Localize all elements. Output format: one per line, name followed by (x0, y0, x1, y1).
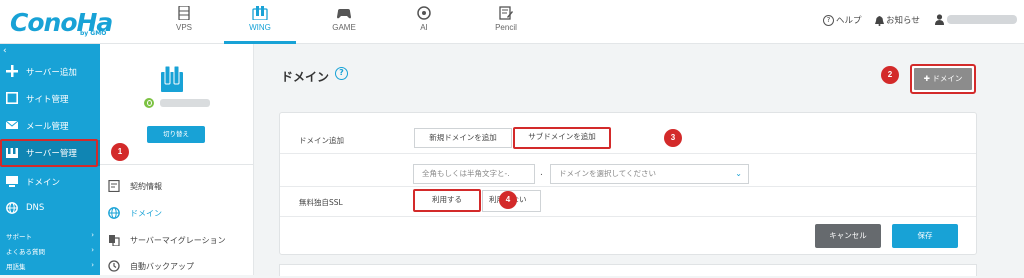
sidebar-sub-label: 用語集 (6, 263, 26, 271)
sidebar-sub-glossary[interactable]: 用語集 › (6, 261, 94, 271)
tab-game-label: GAME (332, 23, 356, 32)
divider (280, 153, 976, 154)
tab-pencil-label: Pencil (495, 23, 517, 32)
tab-ai-label: AI (420, 23, 428, 32)
globe-icon (6, 202, 18, 214)
sidebar-sub-support[interactable]: サポート › (6, 231, 94, 241)
sidebar-item-label: メール管理 (26, 122, 69, 132)
conoha-logo[interactable]: ConoHa by GMO (10, 8, 122, 38)
divider (100, 164, 254, 165)
menu-item-label: ドメイン (130, 209, 162, 218)
switch-server-button[interactable]: 切り替え (147, 126, 205, 143)
add-domain-button[interactable]: ✚ ドメイン (914, 68, 972, 90)
step-badge-2: 2 (881, 66, 899, 84)
tab-ai[interactable]: AI (388, 0, 460, 44)
tab-pencil[interactable]: Pencil (470, 0, 542, 44)
divider (280, 186, 976, 187)
tab-wing-label: WING (249, 23, 271, 32)
chevron-right-icon: › (91, 261, 94, 269)
help-label: ヘルプ (836, 16, 862, 26)
chevron-right-icon: › (91, 246, 94, 254)
user-name-blurred (947, 15, 1017, 24)
notifications-link[interactable]: お知らせ (875, 14, 920, 26)
server-icon (161, 66, 183, 92)
domain-select[interactable]: ドメインを選択してください ⌄ (550, 164, 749, 184)
page-title: ドメイン (281, 70, 330, 84)
sidebar-item-mail[interactable]: メール管理 (0, 113, 100, 139)
highlight-server-manage (0, 139, 98, 167)
add-domain-button-highlight: ✚ ドメイン (910, 64, 976, 94)
ai-icon (417, 6, 431, 20)
sidebar-sub-label: サポート (6, 233, 32, 241)
ssl-use-button[interactable]: 利用する (413, 189, 481, 212)
tab-wing[interactable]: WING (224, 0, 296, 44)
gamepad-icon (337, 9, 351, 19)
step-badge-3: 3 (664, 129, 682, 147)
help-link[interactable]: ? ヘルプ (823, 14, 862, 26)
server-icon (178, 6, 190, 20)
cancel-button[interactable]: キャンセル (815, 224, 881, 248)
sidebar-item-add-server[interactable]: サーバー追加 (0, 59, 100, 85)
add-domain-label: ドメイン (932, 74, 963, 83)
notifications-label: お知らせ (886, 16, 920, 26)
contract-icon (108, 180, 120, 192)
question-icon: ? (823, 15, 834, 26)
new-domain-button[interactable]: 新規ドメインを追加 (414, 128, 512, 148)
sidebar-item-label: DNS (26, 203, 45, 213)
save-button[interactable]: 保存 (892, 224, 958, 248)
logo-sub-text: by GMO (80, 30, 107, 37)
ssl-label: 無料独自SSL (299, 198, 343, 207)
menu-item-label: 自動バックアップ (130, 262, 194, 271)
globe-icon (108, 207, 120, 219)
power-status-icon (144, 98, 154, 108)
subdomain-button[interactable]: サブドメインを追加 (513, 127, 611, 149)
bell-icon (875, 15, 884, 26)
domain-select-placeholder: ドメインを選択してください (559, 169, 657, 178)
domain-add-label: ドメイン追加 (299, 136, 344, 145)
tab-vps-label: VPS (175, 23, 192, 32)
menu-item-label: 契約情報 (130, 182, 162, 191)
user-menu[interactable] (935, 14, 1017, 25)
menu-item-label: サーバーマイグレーション (130, 236, 226, 245)
sidebar-sub-faq[interactable]: よくある質問 › (6, 246, 94, 256)
step-badge-4: 4 (499, 191, 517, 209)
mail-icon (6, 120, 18, 129)
sidebar-item-dns[interactable]: DNS (0, 196, 100, 222)
sidebar-item-label: サイト管理 (26, 95, 69, 105)
wing-icon (252, 6, 268, 20)
site-icon (6, 92, 18, 104)
help-icon[interactable]: ? (335, 67, 348, 80)
pencil-icon (499, 6, 513, 20)
chevron-down-icon: ⌄ (735, 169, 742, 178)
plus-icon (6, 65, 18, 77)
user-icon (935, 14, 944, 25)
sidebar-item-label: サーバー追加 (26, 68, 77, 78)
subdomain-input[interactable]: 全角もしくは半角文字と-. (413, 164, 535, 184)
divider (280, 216, 976, 217)
backup-icon (108, 260, 120, 272)
chevron-right-icon: › (91, 231, 94, 239)
sidebar-item-domain[interactable]: ドメイン (0, 169, 100, 195)
tab-vps[interactable]: VPS (148, 0, 220, 44)
migration-icon (109, 235, 120, 246)
step-badge-1: 1 (111, 143, 129, 161)
sidebar-item-site[interactable]: サイト管理 (0, 86, 100, 112)
server-name-blurred (160, 99, 210, 107)
sidebar-item-label: ドメイン (26, 178, 61, 188)
sidebar-sub-label: よくある質問 (6, 248, 45, 256)
top-bar: ConoHa by GMO VPS WING GAME AI Pencil ? ヘ… (0, 0, 1024, 44)
tab-game[interactable]: GAME (308, 0, 380, 44)
domain-icon (6, 176, 18, 187)
collapse-chevron-icon[interactable]: ‹ (3, 46, 7, 56)
separator: . (540, 168, 543, 178)
next-card (279, 264, 977, 276)
